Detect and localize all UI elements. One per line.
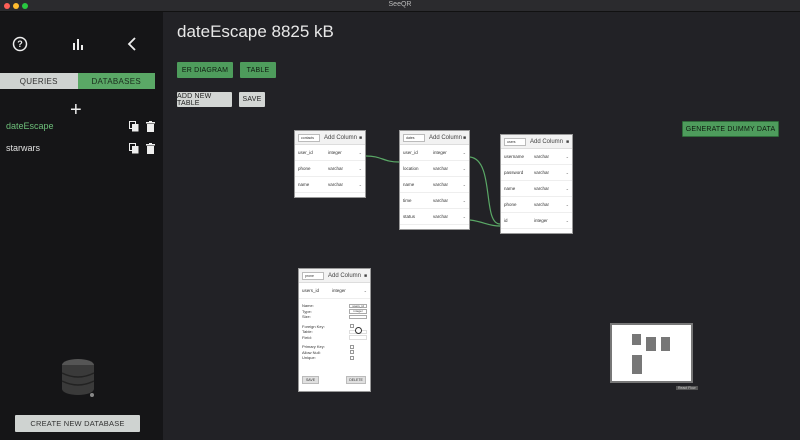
unique-label: Unique: [302,355,316,361]
add-column-button[interactable]: Add Column [530,139,563,145]
edge-dates-users-2 [469,219,501,227]
trash-icon[interactable]: ■ [359,135,362,141]
table-node-prone[interactable]: prone Add Column ■ users_id integer ⌄ Name… [298,268,371,392]
size-field[interactable] [349,314,367,319]
column-save-button[interactable]: SAVE [302,376,319,384]
table-row[interactable]: time varchar ⌄ [400,193,469,209]
minimap-node [646,337,656,351]
name-label: Name: [302,303,314,309]
table-header: users Add Column ■ [501,135,572,149]
chevron-down-icon: ⌄ [358,150,362,155]
type-label: Type: [302,308,312,314]
allow-null-label: Allow Null: [302,349,321,355]
add-column-button[interactable]: Add Column [328,273,361,279]
table-row[interactable]: name varchar ⌄ [400,177,469,193]
allow-null-checkbox[interactable] [350,350,354,355]
chevron-down-icon: ⌄ [358,166,362,171]
column-delete-button[interactable]: DELETE [346,376,366,384]
table-row[interactable]: users_id integer ⌄ [299,283,370,299]
trash-icon[interactable]: ■ [364,273,367,279]
table-node-users[interactable]: users Add Column ■ username varchar ⌄ pass… [500,134,573,234]
chevron-down-icon: ⌄ [358,182,362,187]
chevron-down-icon: ⌄ [565,170,569,175]
table-row[interactable]: user_id integer ⌄ [295,145,365,161]
table-row[interactable]: name varchar ⌄ [501,181,572,197]
table-row[interactable]: user_id integer ⌄ [400,145,469,161]
size-label: Size: [302,314,311,320]
trash-icon[interactable]: ■ [566,139,569,145]
primary-key-label: Primary Key: [302,344,325,350]
table-header: contacts Add Column ■ [295,131,365,145]
foreign-key-label: Foreign Key: [302,323,325,329]
minimap-node [632,334,641,345]
chevron-down-icon: ⌄ [565,202,569,207]
minimap-attribution[interactable]: React Flow [676,386,698,390]
table-header: prone Add Column ■ [299,269,370,283]
minimap-node [632,355,642,374]
table-row[interactable]: status varchar ⌄ [400,209,469,225]
table-name-input[interactable]: contacts [298,133,320,142]
table-row[interactable]: phone varchar ⌄ [501,197,572,213]
table-row[interactable]: id integer ⌄ [501,213,572,229]
chevron-down-icon: ⌄ [565,218,569,223]
table-row[interactable]: location varchar ⌄ [400,161,469,177]
edge-dates-users [469,156,501,225]
table-row[interactable]: name varchar ⌄ [295,177,365,193]
chevron-down-icon: ⌄ [462,166,466,171]
table-row[interactable]: phone varchar ⌄ [295,161,365,177]
cursor-icon [355,327,362,334]
table-name-input[interactable]: users [504,137,526,146]
chevron-down-icon: ⌄ [565,186,569,191]
chevron-down-icon: ⌄ [363,288,367,293]
chevron-down-icon: ⌄ [462,150,466,155]
minimap-node [661,337,670,351]
chevron-down-icon: ⌄ [462,198,466,203]
table-name-input[interactable]: prone [302,271,324,280]
table-label: Table: [302,329,313,335]
trash-icon[interactable]: ■ [463,135,466,141]
add-column-button[interactable]: Add Column [324,135,357,141]
table-node-contacts[interactable]: contacts Add Column ■ user_id integer ⌄ ph… [294,130,366,198]
foreign-key-checkbox[interactable] [350,324,354,329]
table-node-dates[interactable]: dates Add Column ■ user_id integer ⌄ locat… [399,130,470,230]
chevron-down-icon: ⌄ [462,214,466,219]
edge-contacts-dates [365,155,400,163]
type-select[interactable]: integer [349,309,367,314]
chevron-down-icon: ⌄ [565,154,569,159]
table-row[interactable]: username varchar ⌄ [501,149,572,165]
primary-key-checkbox[interactable] [350,344,354,349]
table-header: dates Add Column ■ [400,131,469,145]
field-select[interactable] [349,335,367,340]
table-name-input[interactable]: dates [403,133,425,142]
add-column-button[interactable]: Add Column [429,135,462,141]
table-row[interactable]: password varchar ⌄ [501,165,572,181]
unique-checkbox[interactable] [350,355,354,360]
field-label: Field: [302,334,312,340]
chevron-down-icon: ⌄ [462,182,466,187]
name-field[interactable]: users_id [349,303,367,308]
minimap[interactable] [610,323,693,383]
